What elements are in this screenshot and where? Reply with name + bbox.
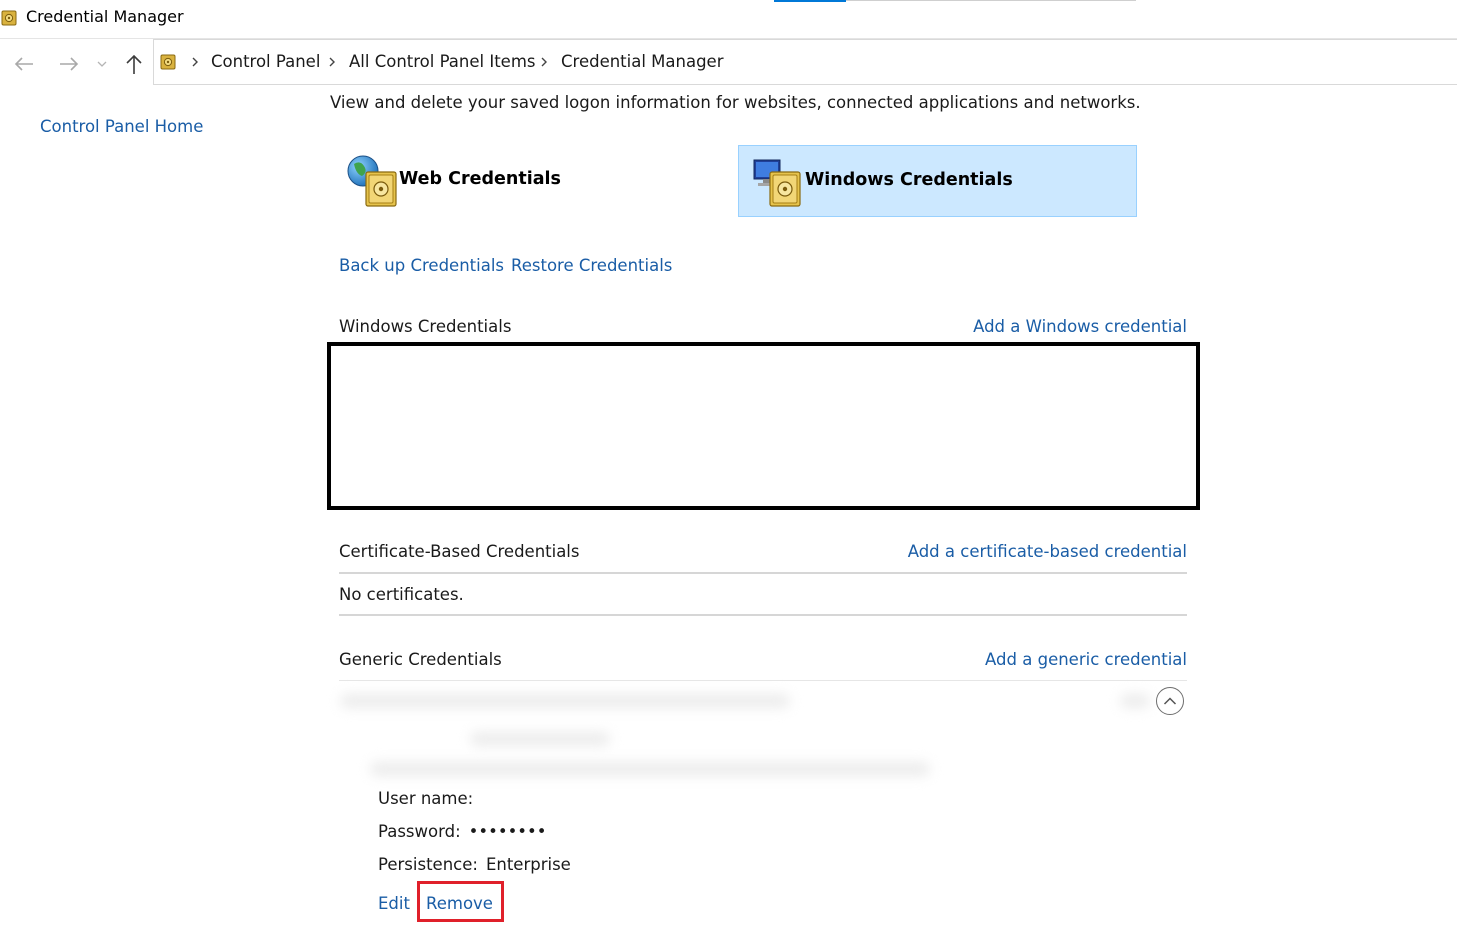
window-title: Credential Manager	[26, 7, 184, 26]
certificate-credentials-heading: Certificate-Based Credentials	[339, 542, 580, 561]
password-field: Password: ••••••••	[378, 822, 547, 841]
chevron-right-icon[interactable]	[327, 55, 337, 69]
password-label: Password:	[378, 822, 461, 841]
remove-highlight-box	[417, 881, 504, 922]
persistence-label: Persistence:	[378, 855, 478, 874]
persistence-value: Enterprise	[485, 855, 571, 874]
tab-divider	[846, 0, 1136, 1]
breadcrumb-all-items[interactable]: All Control Panel Items	[349, 52, 536, 71]
chevron-up-icon	[1163, 697, 1177, 705]
redacted-credentials-box	[327, 342, 1200, 510]
page-description: View and delete your saved logon informa…	[330, 93, 1141, 112]
windows-credentials-tile[interactable]: Windows Credentials	[738, 145, 1137, 217]
no-certificates-text: No certificates.	[339, 585, 464, 604]
generic-credentials-heading: Generic Credentials	[339, 650, 502, 669]
add-generic-credential-link[interactable]: Add a generic credential	[985, 650, 1187, 669]
back-button[interactable]	[10, 50, 38, 78]
chevron-right-icon[interactable]	[190, 55, 200, 69]
chevron-down-icon	[97, 61, 107, 67]
username-field: User name:	[378, 789, 473, 808]
windows-credentials-label: Windows Credentials	[805, 170, 1013, 190]
username-label: User name:	[378, 789, 474, 808]
add-certificate-credential-link[interactable]: Add a certificate-based credential	[908, 542, 1187, 561]
restore-credentials-link[interactable]: Restore Credentials	[511, 256, 672, 275]
back-up-credentials-link[interactable]: Back up Credentials	[339, 256, 504, 275]
recent-locations-button[interactable]	[94, 50, 110, 78]
persistence-field: Persistence: Enterprise	[378, 855, 571, 874]
collapse-entry-button[interactable]	[1156, 687, 1184, 715]
edit-credential-link[interactable]: Edit	[378, 894, 410, 913]
title-bar	[0, 0, 1457, 38]
web-credentials-tile[interactable]: Web Credentials	[338, 145, 736, 217]
section-divider	[339, 614, 1187, 616]
windows-credentials-heading: Windows Credentials	[339, 317, 512, 336]
up-button[interactable]	[120, 50, 148, 78]
tab-accent-indicator	[774, 0, 846, 2]
arrow-right-icon	[60, 57, 79, 71]
section-divider	[339, 572, 1187, 574]
password-value: ••••••••	[468, 822, 547, 841]
arrow-left-icon	[14, 57, 33, 71]
computer-vault-icon	[753, 159, 801, 207]
blurred-credential-header	[190, 680, 1190, 780]
web-credentials-label: Web Credentials	[399, 169, 561, 189]
credential-vault-icon	[160, 54, 176, 70]
forward-button[interactable]	[55, 50, 83, 78]
breadcrumb-control-panel[interactable]: Control Panel	[211, 52, 320, 71]
credential-vault-icon	[1, 10, 17, 26]
arrow-up-icon	[126, 54, 142, 74]
globe-vault-icon	[347, 155, 397, 207]
breadcrumb-credential-manager[interactable]: Credential Manager	[561, 52, 724, 71]
chevron-right-icon[interactable]	[539, 55, 549, 69]
control-panel-home-link[interactable]: Control Panel Home	[40, 117, 203, 136]
add-windows-credential-link[interactable]: Add a Windows credential	[973, 317, 1187, 336]
